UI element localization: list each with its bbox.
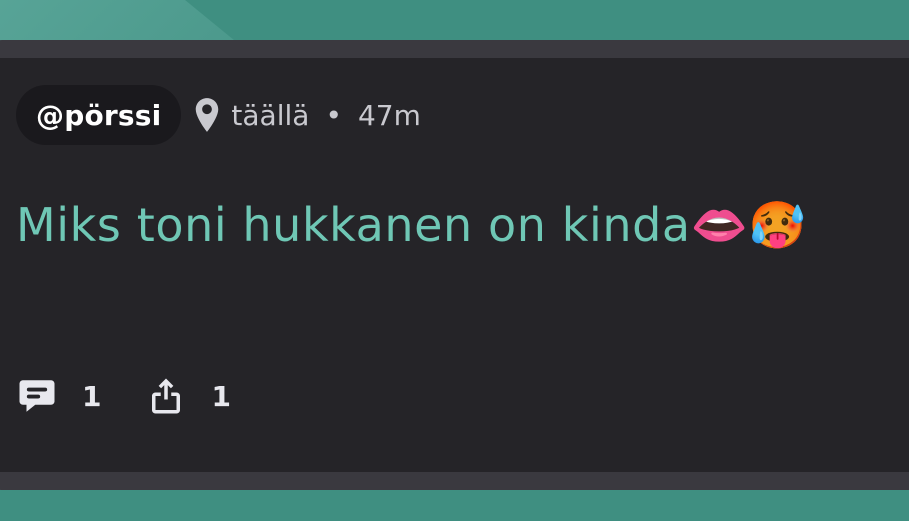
map-pin-icon: [193, 97, 221, 133]
comments-count: 1: [82, 379, 102, 413]
meta-separator: •: [325, 98, 342, 132]
speech-bubble-icon: [16, 375, 58, 417]
comments-button[interactable]: 1: [16, 375, 101, 417]
shares-count: 1: [211, 379, 231, 413]
location-label: täällä: [231, 98, 310, 132]
post-meta: @pörssi täällä • 47m: [16, 85, 421, 145]
post-actions: 1 1: [16, 372, 275, 420]
share-button[interactable]: 1: [145, 375, 231, 417]
post-text: Miks toni hukkanen on kinda👄🥵: [16, 198, 807, 252]
post-age: 47m: [357, 98, 421, 132]
share-icon: [145, 375, 187, 417]
username[interactable]: @pörssi: [36, 99, 161, 132]
username-pill[interactable]: @pörssi: [16, 85, 182, 145]
background-accent: [0, 0, 240, 45]
